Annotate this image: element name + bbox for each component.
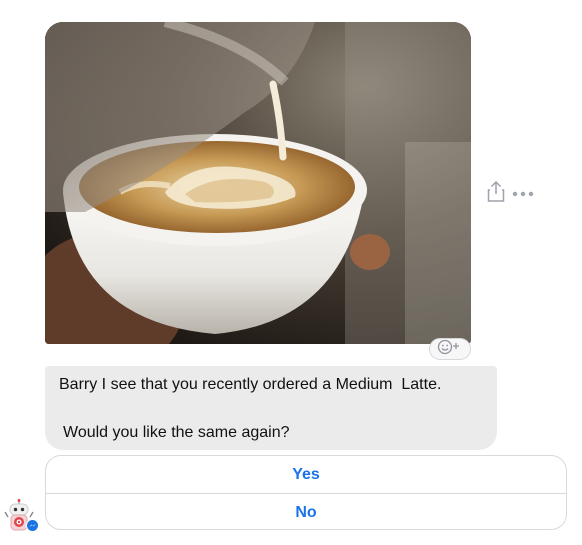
- message-bubble: Barry I see that you recently ordered a …: [45, 366, 497, 450]
- quick-replies: Yes No: [45, 455, 567, 530]
- message-text-line1: Barry I see that you recently ordered a …: [59, 376, 442, 393]
- message-text-line2: Would you like the same again?: [63, 424, 290, 441]
- messenger-badge-icon: [26, 519, 39, 537]
- quick-reply-yes[interactable]: Yes: [46, 456, 566, 493]
- share-icon[interactable]: [486, 179, 506, 208]
- add-reaction-button[interactable]: [429, 338, 471, 360]
- more-dots-icon[interactable]: [512, 184, 534, 202]
- latte-photo[interactable]: [45, 22, 471, 344]
- message-actions: [486, 180, 546, 206]
- add-reaction-icon: [436, 339, 464, 360]
- robot-avatar: [4, 499, 40, 533]
- quick-reply-no[interactable]: No: [46, 493, 566, 529]
